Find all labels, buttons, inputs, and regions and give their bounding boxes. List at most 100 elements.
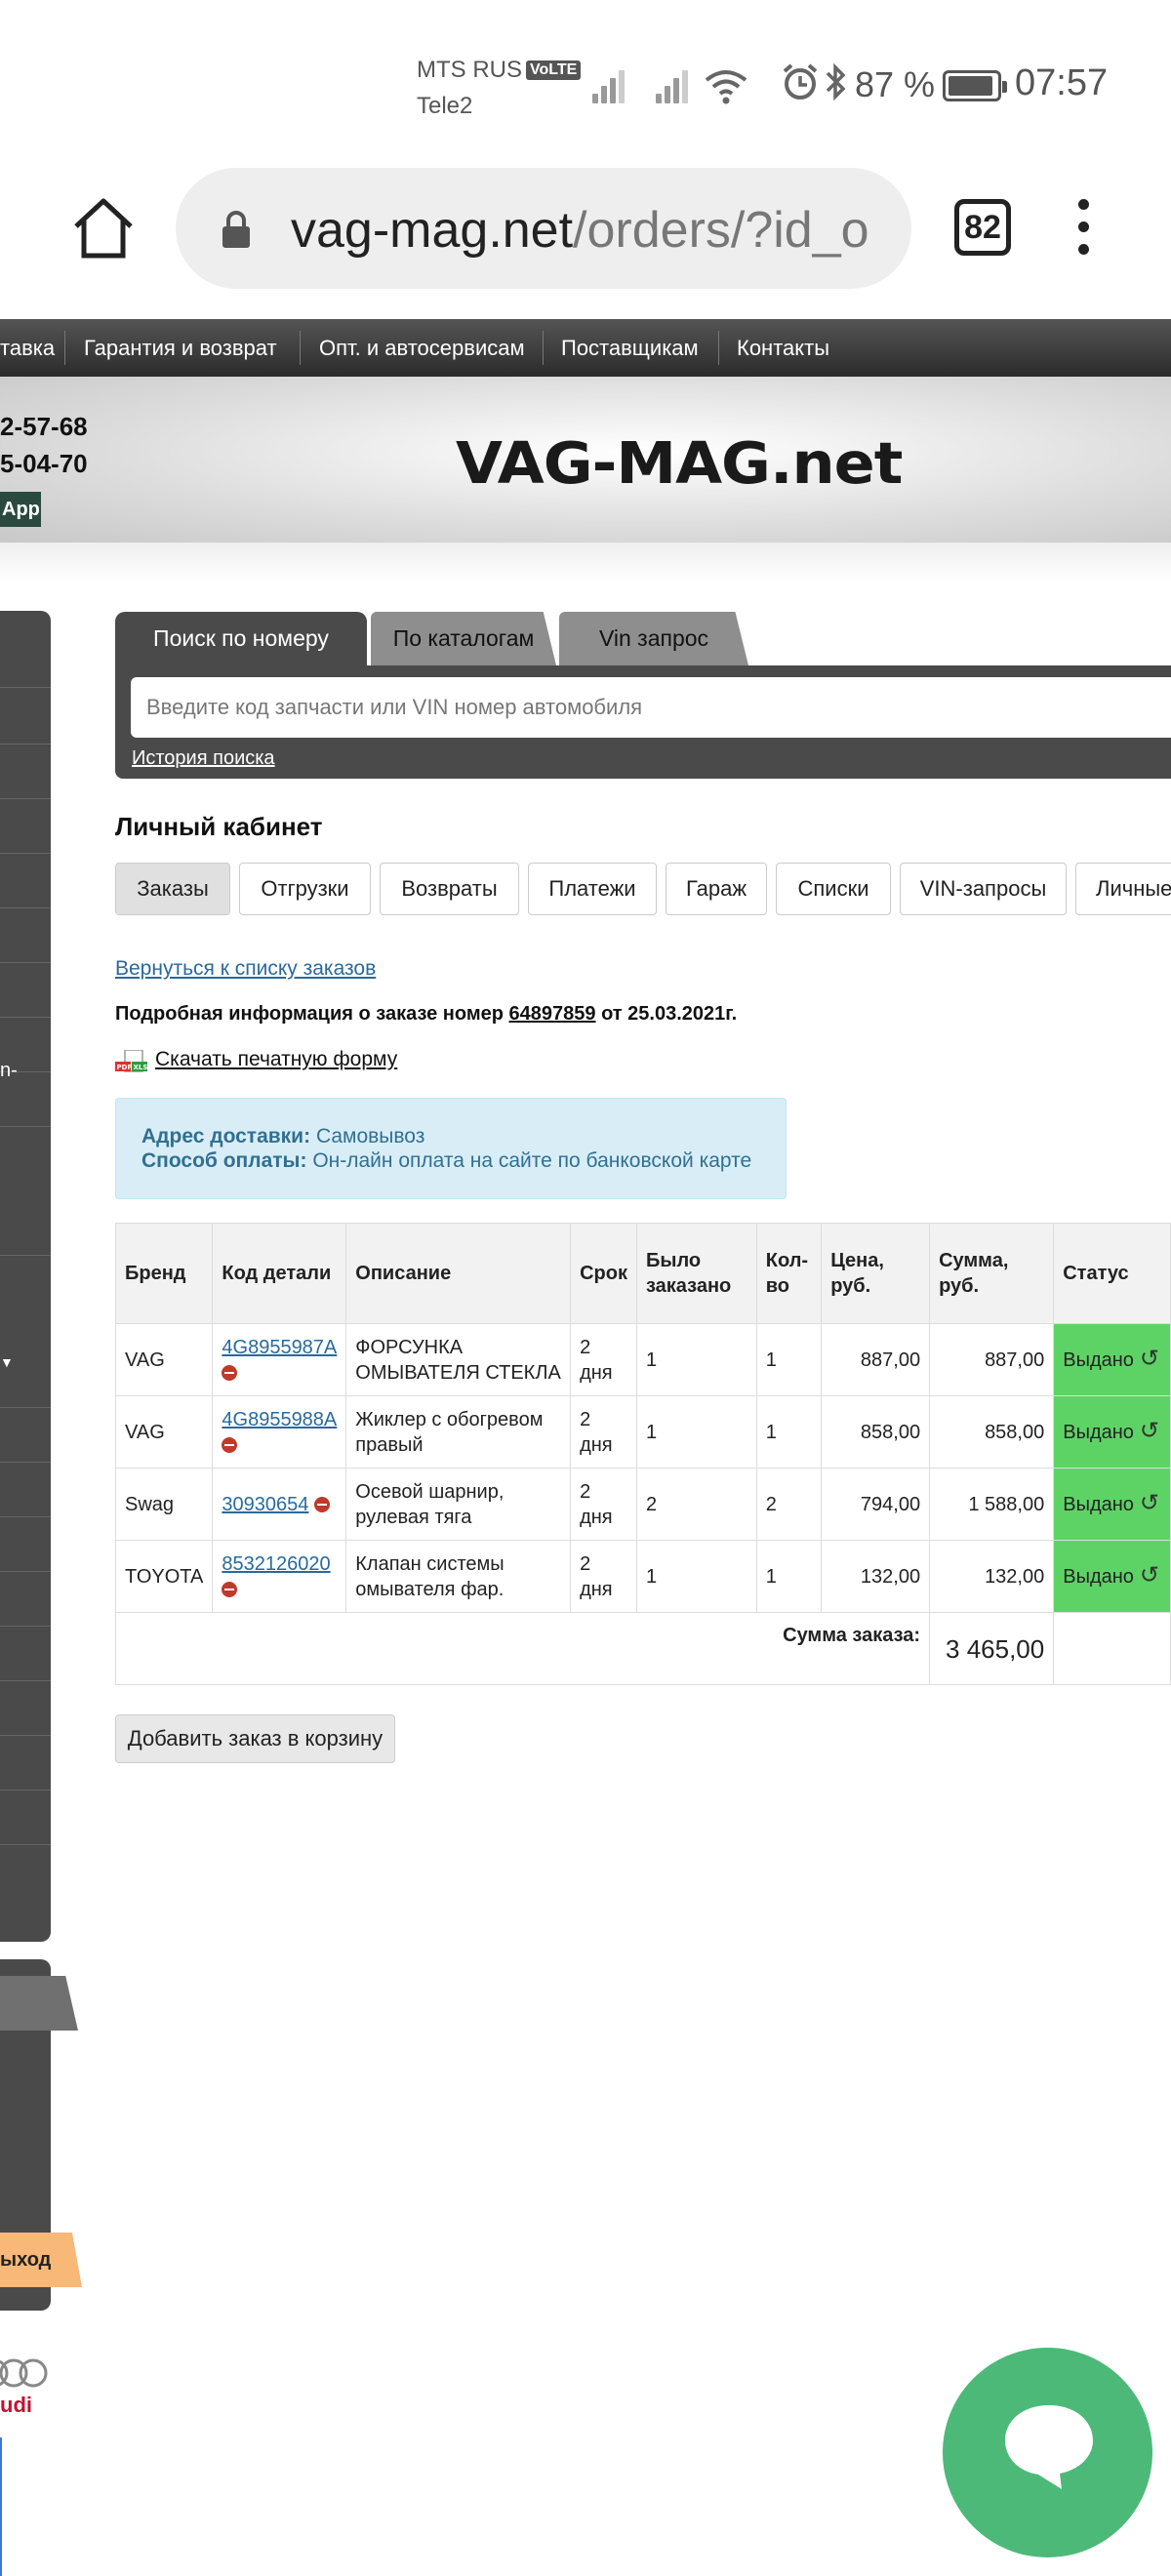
- search-history-link[interactable]: История поиска: [132, 747, 275, 770]
- table-total-row: Сумма заказа: 3 465,00: [114, 1612, 1171, 1685]
- cell-ordered: 2: [635, 1468, 757, 1541]
- remove-icon[interactable]: [313, 1496, 330, 1512]
- header-divider: [0, 543, 1171, 582]
- audi-brand-text: udi: [0, 2393, 32, 2417]
- cell-code: 4G8955987A: [212, 1323, 347, 1396]
- remove-icon[interactable]: [222, 1581, 238, 1597]
- history-icon[interactable]: ↺: [1140, 1347, 1159, 1372]
- browser-toolbar: vag-mag.net/orders/?id_o 82: [0, 156, 1171, 317]
- home-icon[interactable]: [70, 195, 137, 262]
- sidebar-accent-line: [0, 2437, 2, 2576]
- total-label: Сумма заказа:: [114, 1612, 931, 1685]
- cell-code: 4G8955988A: [212, 1395, 347, 1469]
- app-badge[interactable]: App: [0, 492, 41, 527]
- history-icon[interactable]: ↺: [1140, 1563, 1159, 1589]
- cell-sum: 1 588,00: [929, 1468, 1055, 1541]
- site-logo[interactable]: VAG-MAG.net: [456, 429, 903, 497]
- nav-item-wholesale[interactable]: Опт. и автосервисам: [319, 319, 525, 377]
- sidebar-dropdown-icon[interactable]: ▼: [0, 1354, 14, 1370]
- download-print-form-link[interactable]: Скачать печатную форму: [155, 1048, 397, 1071]
- tab-payments[interactable]: Платежи: [528, 863, 657, 915]
- cell-brand: VAG: [114, 1395, 214, 1469]
- remove-icon[interactable]: [222, 1364, 238, 1381]
- site-nav: тавка Гарантия и возврат Опт. и автосерв…: [0, 319, 1171, 377]
- col-sum[interactable]: Сумма, руб.: [929, 1223, 1055, 1324]
- address-bar[interactable]: vag-mag.net/orders/?id_o: [176, 168, 911, 289]
- tab-by-catalogs[interactable]: По каталогам: [371, 612, 556, 665]
- nav-item-suppliers[interactable]: Поставщикам: [561, 319, 699, 377]
- col-description[interactable]: Описание: [345, 1223, 572, 1324]
- order-info: Подробная информация о заказе номер 6489…: [115, 1003, 737, 1026]
- chat-button[interactable]: [943, 2348, 1152, 2557]
- page-title: Личный кабинет: [115, 812, 323, 841]
- col-qty[interactable]: Кол-во: [755, 1223, 823, 1324]
- col-status[interactable]: Статус: [1053, 1223, 1171, 1324]
- history-icon[interactable]: ↺: [1140, 1491, 1159, 1516]
- tab-vin-request[interactable]: Vin запрос: [559, 612, 748, 665]
- col-code[interactable]: Код детали: [212, 1223, 347, 1324]
- add-order-to-cart-button[interactable]: Добавить заказ в корзину: [115, 1714, 395, 1763]
- logout-button[interactable]: ыход: [0, 2233, 82, 2287]
- lock-icon: [222, 211, 250, 248]
- cell-term: 2 дня: [570, 1468, 637, 1541]
- cell-sum: 132,00: [929, 1540, 1055, 1613]
- pdf-xls-icon[interactable]: PDF XLS: [115, 1050, 148, 1075]
- phone-number-1[interactable]: 2-57-68: [0, 412, 88, 442]
- tab-personal[interactable]: Личные: [1075, 863, 1171, 915]
- alarm-icon: [783, 63, 818, 100]
- order-info-prefix: Подробная информация о заказе номер: [115, 1003, 504, 1025]
- audi-logo-icon[interactable]: [0, 2355, 59, 2391]
- tab-shipments[interactable]: Отгрузки: [239, 863, 371, 915]
- part-code-link[interactable]: 4G8955988A: [222, 1409, 337, 1430]
- tab-search-by-number[interactable]: Поиск по номеру: [115, 612, 367, 665]
- tab-vin-requests[interactable]: VIN-запросы: [900, 863, 1067, 915]
- order-number[interactable]: 64897859: [509, 1003, 596, 1025]
- battery-percent: 87 %: [855, 64, 936, 104]
- bluetooth-icon: [826, 62, 846, 101]
- tab-returns[interactable]: Возвраты: [380, 863, 519, 915]
- cell-price: 887,00: [821, 1323, 931, 1396]
- table-row: TOYOTA 8532126020 Клапан системы омывате…: [114, 1540, 1171, 1613]
- status-badge: Выдано: [1063, 1349, 1134, 1371]
- phone-number-2[interactable]: 5-04-70: [0, 449, 88, 479]
- part-code-link[interactable]: 8532126020: [222, 1553, 330, 1575]
- clock: 07:57: [1015, 62, 1109, 103]
- tab-lists[interactable]: Списки: [776, 863, 891, 915]
- cell-brand: Swag: [114, 1468, 214, 1541]
- search-panel: История поиска: [115, 665, 1171, 779]
- cell-term: 2 дня: [570, 1395, 637, 1469]
- cell-ordered: 1: [635, 1323, 757, 1396]
- col-brand[interactable]: Бренд: [114, 1223, 214, 1324]
- nav-item-contacts[interactable]: Контакты: [737, 319, 829, 377]
- col-term[interactable]: Срок: [570, 1223, 637, 1324]
- cell-qty: 1: [755, 1395, 823, 1469]
- tab-orders[interactable]: Заказы: [115, 863, 230, 915]
- col-ordered[interactable]: Было заказано: [635, 1223, 757, 1324]
- cell-price: 132,00: [821, 1540, 931, 1613]
- nav-item-delivery[interactable]: тавка: [0, 319, 55, 377]
- carrier-name: MTS RUS VoLTE: [417, 57, 582, 84]
- tab-switcher-button[interactable]: 82: [954, 199, 1011, 256]
- cell-ordered: 1: [635, 1540, 757, 1613]
- sidebar-item-fragment[interactable]: n-: [0, 1060, 18, 1082]
- sidebar-tab[interactable]: [0, 1976, 78, 2031]
- part-code-link[interactable]: 30930654: [222, 1494, 308, 1515]
- table-row: Swag 30930654 Осевой шарнир, рулевая тяг…: [114, 1468, 1171, 1541]
- tab-garage[interactable]: Гараж: [666, 863, 767, 915]
- col-price[interactable]: Цена, руб.: [821, 1223, 931, 1324]
- more-menu-icon[interactable]: [1073, 199, 1093, 258]
- cell-term: 2 дня: [570, 1323, 637, 1396]
- payment-row: Способ оплаты: Он-лайн оплата на сайте п…: [141, 1148, 786, 1173]
- site-header: 2-57-68 5-04-70 App VAG-MAG.net: [0, 377, 1171, 543]
- table-row: VAG 4G8955988A Жиклер с обогревом правый…: [114, 1395, 1171, 1469]
- history-icon[interactable]: ↺: [1140, 1419, 1159, 1444]
- battery-icon: [943, 70, 1007, 101]
- nav-item-warranty[interactable]: Гарантия и возврат: [84, 319, 277, 377]
- cell-description: Осевой шарнир, рулевая тяга: [345, 1468, 572, 1541]
- search-input[interactable]: [131, 677, 1171, 738]
- remove-icon[interactable]: [222, 1436, 238, 1453]
- status-badge: Выдано: [1063, 1494, 1134, 1515]
- part-code-link[interactable]: 4G8955987A: [222, 1337, 337, 1358]
- table-header-row: Бренд Код детали Описание Срок Было зака…: [114, 1223, 1171, 1324]
- back-to-orders-link[interactable]: Вернуться к списку заказов: [115, 957, 376, 981]
